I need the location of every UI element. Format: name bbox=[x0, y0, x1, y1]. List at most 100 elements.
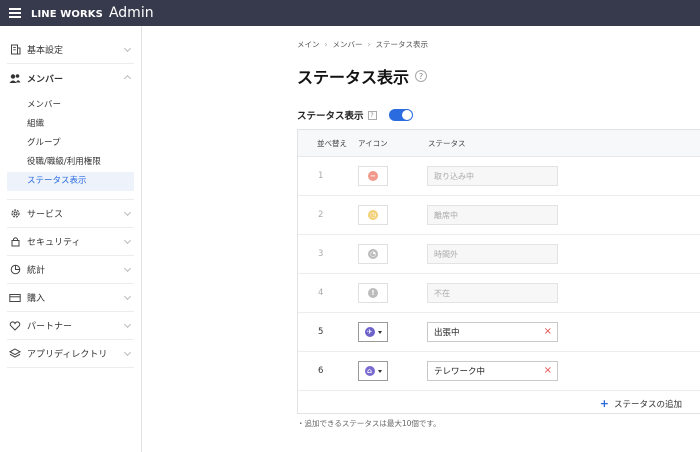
table-row: 4! 不在 bbox=[298, 274, 700, 313]
sidebar-item-security[interactable]: セキュリティ bbox=[7, 228, 134, 256]
row-number: 6 bbox=[318, 366, 324, 376]
brand-logo: LINE WORKS Admin bbox=[31, 5, 154, 21]
menu-icon[interactable] bbox=[9, 8, 21, 18]
status-name: 取り込み中 bbox=[434, 171, 474, 181]
submenu-item-positions[interactable]: 役職/職級/利用権限 bbox=[7, 153, 134, 172]
chevron-down-icon bbox=[123, 320, 132, 329]
status-name-field[interactable]: 出張中 × bbox=[427, 322, 558, 342]
page-title-text: ステータス表示 bbox=[297, 68, 410, 87]
status-name: 出張中 bbox=[434, 328, 460, 338]
status-name: 不在 bbox=[434, 288, 450, 298]
row-number: 3 bbox=[318, 249, 324, 259]
table-row: 6 ⌂ テレワーク中 × bbox=[298, 352, 700, 391]
status-display-toggle[interactable] bbox=[388, 109, 413, 121]
status-icon: ◔ bbox=[368, 249, 378, 259]
submenu-item-organization[interactable]: 組織 bbox=[7, 115, 134, 134]
sidebar-item-purchase[interactable]: 購入 bbox=[7, 284, 134, 312]
breadcrumb-item: ステータス表示 bbox=[375, 40, 429, 49]
status-name-field: 不在 bbox=[427, 283, 558, 303]
table-header: 並べ替え アイコン ステータス bbox=[298, 130, 700, 157]
help-icon[interactable]: ? bbox=[367, 110, 377, 120]
sidebar-item-label: セキュリティ bbox=[27, 238, 81, 248]
sidebar-item-basic-settings[interactable]: 基本設定 bbox=[7, 36, 134, 64]
chevron-down-icon bbox=[123, 236, 132, 245]
members-submenu: メンバー 組織 グループ 役職/職級/利用権限 ステータス表示 bbox=[7, 92, 134, 200]
sidebar-item-members[interactable]: メンバー bbox=[7, 64, 134, 92]
breadcrumb-item[interactable]: メンバー bbox=[333, 39, 363, 50]
plus-icon: + bbox=[599, 397, 609, 410]
page-title: ステータス表示 ? bbox=[297, 64, 428, 88]
status-icon-picker: ◔ bbox=[358, 244, 388, 264]
sidebar-item-label: 統計 bbox=[27, 266, 46, 276]
submenu-item-status-display[interactable]: ステータス表示 bbox=[7, 172, 134, 191]
submenu-item-groups[interactable]: グループ bbox=[7, 134, 134, 153]
status-icon-picker: ◷ bbox=[358, 205, 388, 225]
chevron-down-icon bbox=[377, 330, 382, 334]
row-number: 5 bbox=[318, 327, 324, 337]
sidebar-item-label: メンバー bbox=[27, 74, 64, 85]
status-name: 離席中 bbox=[434, 210, 458, 220]
building-icon bbox=[9, 44, 21, 56]
breadcrumb: メイン › メンバー › ステータス表示 bbox=[297, 39, 428, 50]
gear-icon bbox=[9, 208, 21, 220]
chevron-down-icon bbox=[123, 348, 132, 357]
chevron-down-icon bbox=[123, 264, 132, 273]
row-number: 2 bbox=[318, 210, 324, 220]
status-name-field: 離席中 bbox=[427, 205, 558, 225]
users-icon bbox=[9, 72, 21, 84]
lock-icon bbox=[9, 236, 21, 248]
add-status-button[interactable]: + ステータスの追加 bbox=[298, 391, 700, 416]
submenu-item-members[interactable]: メンバー bbox=[7, 96, 134, 115]
sidebar-item-services[interactable]: サービス bbox=[7, 200, 134, 228]
breadcrumb-item[interactable]: メイン bbox=[297, 39, 320, 50]
sidebar-item-label: アプリディレクトリ bbox=[27, 350, 108, 360]
help-icon[interactable]: ? bbox=[415, 70, 428, 82]
sidebar-item-partner[interactable]: パートナー bbox=[7, 312, 134, 340]
header-icon: アイコン bbox=[358, 138, 388, 148]
header-status: ステータス bbox=[428, 138, 466, 148]
delete-icon[interactable]: × bbox=[544, 326, 552, 337]
status-icon: ◷ bbox=[368, 210, 378, 220]
toggle-label: ステータス表示 bbox=[297, 111, 364, 122]
chevron-right-icon: › bbox=[367, 40, 371, 49]
layers-icon bbox=[9, 348, 21, 360]
sidebar-item-label: パートナー bbox=[27, 322, 73, 332]
status-table: 並べ替え アイコン ステータス 1 − 取り込み中 2 ◷ 離席中 3 ◔ 時間外 4! 不在 5 ✈ 出… bbox=[297, 129, 700, 414]
status-icon-picker: ! bbox=[358, 283, 388, 303]
status-icon: ! bbox=[368, 288, 378, 298]
row-number: 4 bbox=[318, 288, 324, 298]
status-icon-picker: − bbox=[358, 166, 388, 186]
chevron-down-icon bbox=[123, 292, 132, 301]
status-icon: ✈ bbox=[364, 327, 375, 337]
sidebar-item-label: 購入 bbox=[27, 294, 46, 304]
table-row: 1 − 取り込み中 bbox=[298, 157, 700, 196]
sidebar-item-app-directory[interactable]: アプリディレクトリ bbox=[7, 340, 134, 368]
status-display-toggle-row: ステータス表示 ? bbox=[297, 108, 413, 122]
sidebar-item-statistics[interactable]: 統計 bbox=[7, 256, 134, 284]
sidebar-item-label: サービス bbox=[27, 210, 64, 220]
card-icon bbox=[9, 292, 21, 304]
sidebar-item-label: 基本設定 bbox=[27, 46, 64, 56]
status-icon: ⌂ bbox=[364, 366, 375, 376]
header-sort: 並べ替え bbox=[317, 138, 347, 148]
status-name: 時間外 bbox=[434, 249, 458, 259]
chevron-down-icon bbox=[123, 44, 132, 53]
status-name-field: 時間外 bbox=[427, 244, 558, 264]
sidebar: 基本設定 メンバー メンバー 組織 グループ 役職/職級/利用権限 ステータス表… bbox=[0, 26, 142, 452]
add-status-label: ステータスの追加 bbox=[613, 399, 682, 410]
delete-icon[interactable]: × bbox=[544, 365, 552, 376]
chevron-up-icon bbox=[123, 74, 132, 83]
pie-chart-icon bbox=[9, 264, 21, 276]
status-name: テレワーク中 bbox=[434, 367, 486, 377]
chevron-right-icon: › bbox=[324, 40, 328, 49]
status-name-field[interactable]: テレワーク中 × bbox=[427, 361, 558, 381]
status-icon-picker[interactable]: ✈ bbox=[358, 322, 388, 342]
status-name-field: 取り込み中 bbox=[427, 166, 558, 186]
top-bar: LINE WORKS Admin bbox=[0, 0, 700, 26]
brand-suffix: Admin bbox=[108, 5, 154, 21]
table-row: 3 ◔ 時間外 bbox=[298, 235, 700, 274]
status-limit-note: ・追加できるステータスは最大10個です。 bbox=[297, 419, 441, 428]
table-row: 5 ✈ 出張中 × bbox=[298, 313, 700, 352]
status-icon: − bbox=[368, 171, 378, 181]
status-icon-picker[interactable]: ⌂ bbox=[358, 361, 388, 381]
